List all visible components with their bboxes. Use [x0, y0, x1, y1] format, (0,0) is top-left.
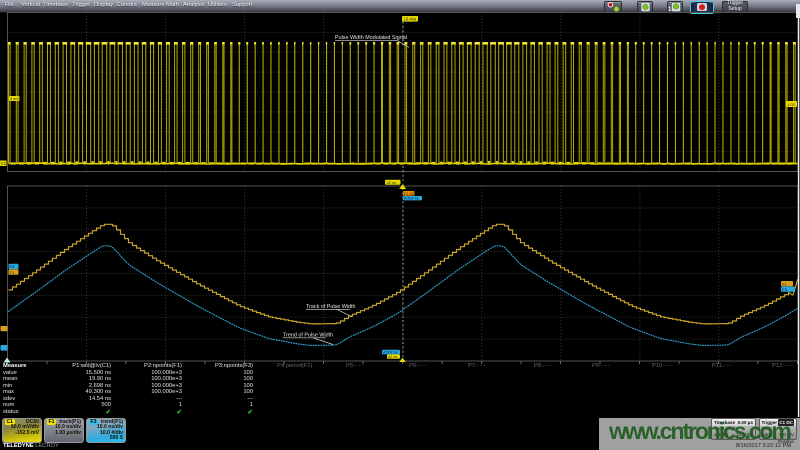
svg-text:A 502 ns: A 502 ns [404, 197, 419, 201]
svg-text:F1 42: F1 42 [404, 192, 414, 196]
svg-text:10.4ns: 10.4ns [404, 17, 417, 22]
svg-text:A 502 ns: A 502 ns [383, 351, 398, 355]
svg-text:42 ns: 42 ns [387, 180, 397, 185]
svg-text:F3: F3 [782, 287, 787, 292]
svg-text:F1: F1 [10, 270, 15, 275]
svg-text:1.02: 1.02 [787, 102, 796, 107]
svg-text:F3: F3 [10, 264, 15, 269]
svg-text:0 mV: 0 mV [10, 97, 19, 101]
svg-text:C1: C1 [1, 161, 7, 166]
svg-text:F1: F1 [782, 281, 787, 286]
svg-text:42 ns: 42 ns [388, 355, 397, 359]
